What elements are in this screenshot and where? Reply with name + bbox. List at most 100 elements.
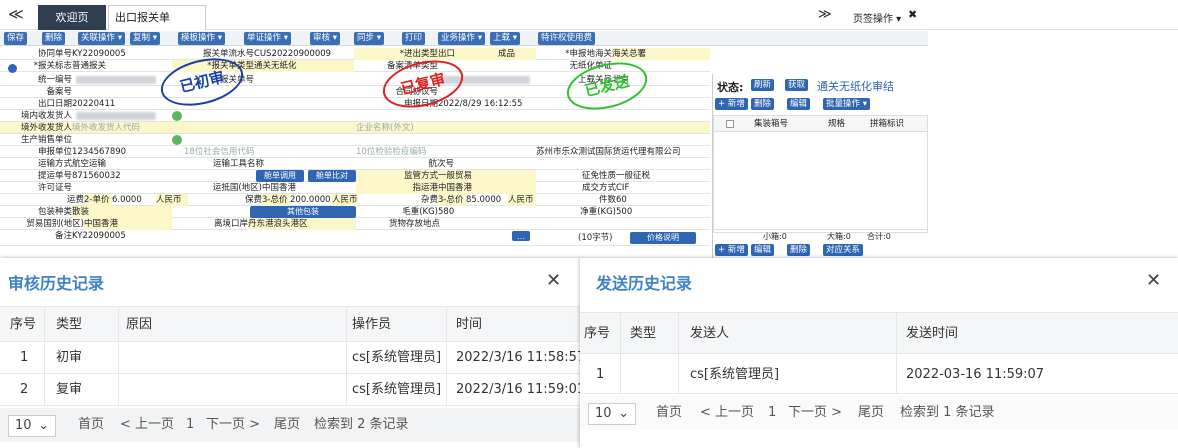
declarant-field[interactable]: 1234567890 (72, 146, 172, 158)
table-header: 集装箱号 规格 拼箱标识 (714, 116, 927, 132)
manifest-compare-button[interactable]: 舱单比对 (308, 170, 356, 182)
table-row[interactable]: 1 初审 cs[系统管理员] 2022/3/16 11:58:57 (0, 342, 585, 374)
transport-mode-field[interactable]: 航空运输 (72, 158, 172, 170)
credit-code-input[interactable]: 18位社会信用代码 (184, 146, 334, 158)
other-package-button[interactable]: 其他包装 (250, 206, 356, 218)
destination-country-field[interactable]: 中国香港 (262, 182, 356, 194)
document-ops-button[interactable]: 单证操作 ▾ (244, 32, 291, 45)
overseas-consignee-code-input[interactable]: 境外收发货人代码 (72, 122, 172, 134)
next-page-link[interactable]: 下一页 > (788, 396, 842, 430)
misc-currency-field[interactable]: 人民币 (508, 194, 536, 206)
royalty-button[interactable]: 特许权使用费 (538, 32, 596, 45)
send-history-dialog: 发送历史记录 ✕ 序号 类型 发送人 发送时间 1 cs[系统管理员] 2022… (580, 258, 1178, 448)
deal-mode-field[interactable]: CIF (616, 182, 710, 194)
record-count: 检索到 2 条记录 (314, 417, 409, 432)
insurance-mark-field[interactable]: 3-总价 (262, 194, 290, 206)
cell-operator: cs[系统管理员] (352, 382, 442, 397)
declare-flag-field[interactable]: 普通报关 (72, 60, 172, 72)
template-ops-button[interactable]: 模板操作 ▾ (178, 32, 225, 45)
print-button[interactable]: 打印 (402, 32, 426, 45)
misc-amount-field[interactable]: 85.0000 (466, 194, 508, 206)
declare-date-field[interactable]: 2022/8/29 16:12:55 (438, 98, 558, 110)
select-all-checkbox[interactable] (726, 120, 734, 128)
add-button[interactable]: + 新增 (715, 244, 748, 256)
more-button[interactable]: … (512, 231, 530, 241)
manifest-call-button[interactable]: 舱单调用 (256, 170, 304, 182)
add-icon[interactable] (172, 135, 182, 145)
exit-port-field[interactable]: 丹东港浪头港区 (248, 218, 356, 230)
remark-field[interactable]: KY22090005 (72, 230, 172, 242)
delete-button[interactable]: 删除 (787, 244, 811, 256)
inspection-code-input[interactable]: 10位检验检疫编码 (356, 146, 476, 158)
delete-button[interactable]: 删除 (751, 98, 775, 110)
insurance-currency-field[interactable]: 人民币 (332, 194, 358, 206)
declarant-name-field[interactable]: 苏州市乐众测试国际货运代理有限公司 (536, 146, 710, 158)
unified-no-field[interactable] (76, 76, 156, 84)
prev-page-link[interactable]: < 上一页 (700, 396, 754, 430)
package-type-field[interactable]: 散装 (72, 206, 172, 218)
coop-no-field[interactable]: KY22090005 (72, 48, 172, 60)
edit-button[interactable]: 编辑 (787, 98, 811, 110)
refresh-button[interactable]: 刷新 (751, 79, 775, 91)
bl-no-field[interactable]: 871560032 (72, 170, 172, 182)
scroll-right-icon[interactable]: ≫ (818, 7, 832, 22)
expand-icon[interactable] (8, 64, 17, 73)
tab-export-declaration[interactable]: 出口报关单0009✖ (108, 5, 206, 47)
last-page-link[interactable]: 尾页 (274, 408, 300, 442)
net-weight-field[interactable]: 500 (616, 206, 710, 218)
freight-currency-field[interactable]: 人民币 (156, 194, 188, 206)
tax-nature-field[interactable]: 一般征税 (616, 170, 710, 182)
customs-field[interactable]: 海关总署 (612, 48, 710, 60)
mapping-button[interactable]: 对应关系 (823, 244, 864, 256)
add-button[interactable]: + 新增 (715, 98, 748, 110)
upload-button[interactable]: 上载 ▾ (490, 32, 520, 45)
next-page-link[interactable]: 下一页 > (206, 408, 260, 442)
add-icon[interactable] (172, 111, 182, 121)
audit-button[interactable]: 审核 ▾ (310, 32, 340, 45)
pieces-field[interactable]: 60 (616, 194, 710, 206)
goods-type-field[interactable]: 成品 (498, 48, 536, 60)
scroll-left-icon[interactable]: ≪ (8, 5, 24, 23)
destination-port-field[interactable]: 中国香港 (438, 182, 536, 194)
first-page-link[interactable]: 首页 (656, 396, 682, 430)
close-icon[interactable]: ✕ (1146, 270, 1161, 291)
business-ops-button[interactable]: 业务操作 ▾ (438, 32, 485, 45)
last-page-link[interactable]: 尾页 (858, 396, 884, 430)
domestic-consignor-field[interactable] (76, 112, 156, 120)
copy-button[interactable]: 复制 ▾ (130, 32, 160, 45)
prev-page-link[interactable]: < 上一页 (120, 408, 174, 442)
edit-button[interactable]: 编辑 (751, 244, 775, 256)
freight-mark-field[interactable]: 2-单价 (84, 194, 112, 206)
related-ops-button[interactable]: 关联操作 ▾ (78, 32, 125, 45)
delete-button[interactable]: 删除 (42, 32, 66, 45)
page-size-select[interactable]: 10 ⌄ (588, 403, 636, 425)
overseas-name-input[interactable]: 企业名称(外文) (356, 122, 476, 134)
field-label: 统一编号 (37, 75, 72, 85)
field-label: 成交方式 (581, 183, 616, 193)
insurance-amount-field[interactable]: 200.0000 (290, 194, 332, 206)
close-all-icon[interactable]: ✖ (908, 8, 917, 21)
tab-home[interactable]: 欢迎页 (38, 5, 106, 30)
supervision-mode-field[interactable]: 一般贸易 (438, 170, 536, 182)
sync-button[interactable]: 同步 ▾ (354, 32, 384, 45)
save-button[interactable]: 保存 (4, 32, 28, 45)
page-size-select[interactable]: 10 ⌄ (8, 415, 56, 437)
batch-ops-button[interactable]: 批量操作 ▾ (823, 98, 870, 110)
audit-history-dialog: 审核历史记录 ✕ 序号 类型 原因 操作员 时间 1 初审 cs[系统管理员] … (0, 258, 585, 448)
declare-type-field[interactable]: 通关无纸化 (254, 60, 354, 72)
serial-no-field[interactable]: CUS20220900009 (254, 48, 354, 60)
table-row[interactable]: 2 复审 cs[系统管理员] 2022/3/16 11:59:01 (0, 374, 585, 406)
trade-country-field[interactable]: 中国香港 (84, 218, 172, 230)
freight-amount-field[interactable]: 6.0000 (112, 194, 156, 206)
page-size-value: 10 (595, 406, 612, 421)
io-type-field[interactable]: 出口 (438, 48, 498, 60)
gross-weight-field[interactable]: 580 (438, 206, 536, 218)
table-row[interactable]: 1 cs[系统管理员] 2022-03-16 11:59:07 (580, 356, 1178, 394)
misc-mark-field[interactable]: 3-总价 (438, 194, 466, 206)
fetch-button[interactable]: 获取 (785, 79, 809, 91)
export-date-field[interactable]: 20220411 (72, 98, 172, 110)
page-ops-menu[interactable]: 页签操作 ▾ (853, 10, 901, 25)
price-note-button[interactable]: 价格说明 (630, 232, 696, 244)
first-page-link[interactable]: 首页 (78, 408, 104, 442)
close-icon[interactable]: ✕ (546, 270, 561, 291)
